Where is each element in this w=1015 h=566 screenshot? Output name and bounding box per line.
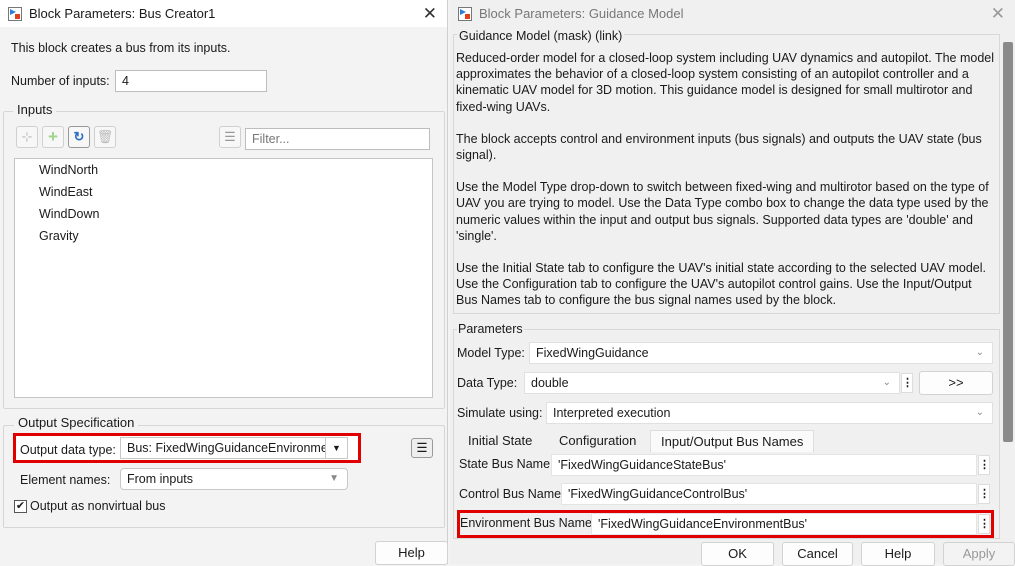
more-options-icon[interactable]: ⋮ [978,484,990,504]
highlight-box [13,433,361,463]
cancel-button[interactable]: Cancel [782,542,853,566]
tab-input-output-bus-names[interactable]: Input/Output Bus Names [650,430,815,452]
add-icon[interactable]: + [42,126,64,148]
list-item[interactable]: WindNorth [15,159,432,181]
output-spec-label: Output Specification [14,415,139,430]
control-bus-label: Control Bus Name [459,487,562,501]
mask-description: Reduced-order model for a closed-loop sy… [456,50,996,325]
filter-input[interactable]: Filter... [245,128,430,150]
model-type-value: FixedWingGuidance [536,346,649,360]
inputs-group-label: Inputs [13,102,57,117]
add-signal-icon[interactable]: ⊹ [16,126,38,148]
dialog-title: Block Parameters: Bus Creator1 [29,6,216,21]
delete-icon[interactable]: 🗑 [94,126,116,148]
more-options-icon[interactable]: ⋮ [978,455,990,475]
list-item[interactable]: WindEast [15,181,432,203]
close-icon[interactable]: ✕ [423,4,437,24]
scrollbar[interactable] [1003,42,1013,442]
title-bar: Block Parameters: Guidance Model ✕ [450,0,1015,27]
chevron-down-icon: ⌄ [882,377,891,388]
bus-creator-dialog: Block Parameters: Bus Creator1 ✕ This bl… [0,0,448,565]
simulink-block-icon [8,6,22,21]
control-bus-field[interactable]: 'FixedWingGuidanceControlBus' [561,483,977,505]
show-data-type-assistant-button[interactable]: >> [919,371,993,395]
nonvirtual-label: Output as nonvirtual bus [30,499,166,513]
state-bus-label: State Bus Name [459,457,551,471]
tab-initial-state[interactable]: Initial State [458,430,542,452]
simulate-using-dropdown[interactable]: Interpreted execution ⌄ [546,402,993,424]
ok-button[interactable]: OK [701,542,774,566]
more-options-icon[interactable]: ⋮ [901,373,913,393]
apply-button[interactable]: Apply [943,542,1015,566]
nonvirtual-checkbox[interactable]: ✔ [14,500,27,513]
help-button[interactable]: Help [375,541,448,565]
description-paragraph: Use the Model Type drop-down to switch b… [456,180,989,243]
simulate-using-value: Interpreted execution [553,406,671,420]
list-view-icon[interactable]: ☰ [219,126,241,148]
model-type-label: Model Type: [457,346,525,360]
data-type-label: Data Type: [457,376,518,390]
element-names-dropdown[interactable]: From inputs ▼ [120,468,348,490]
close-icon[interactable]: ✕ [991,4,1005,24]
guidance-model-dialog: Block Parameters: Guidance Model ✕ Guida… [450,0,1015,566]
parameters-label: Parameters [457,322,524,336]
description-paragraph: The block accepts control and environmen… [456,131,982,163]
simulink-block-icon [458,6,472,21]
description-paragraph: Reduced-order model for a closed-loop sy… [456,51,995,114]
chevron-down-icon: ▼ [329,473,339,484]
highlight-box [457,510,994,538]
data-type-combo[interactable]: double ⌄ [524,372,900,394]
inputs-list: WindNorth WindEast WindDown Gravity [14,158,433,398]
title-bar: Block Parameters: Bus Creator1 ✕ [0,0,447,27]
tab-configuration[interactable]: Configuration [549,430,646,452]
simulate-using-label: Simulate using: [457,406,543,420]
element-names-label: Element names: [20,473,111,487]
description-paragraph: Use the Initial State tab to configure t… [456,261,986,308]
block-description: This block creates a bus from its inputs… [11,41,231,55]
data-type-value: double [531,376,569,390]
mask-header: Guidance Model (mask) (link) [457,29,625,43]
state-bus-field[interactable]: 'FixedWingGuidanceStateBus' [551,454,977,476]
list-item[interactable]: WindDown [15,203,432,225]
chevron-down-icon: ⌄ [975,407,984,418]
element-names-value: From inputs [127,472,193,486]
dialog-title: Block Parameters: Guidance Model [479,6,684,21]
data-type-assistant-icon[interactable]: ☰ [411,438,433,458]
num-inputs-field[interactable]: 4 [115,70,267,92]
num-inputs-label: Number of inputs: [11,74,110,88]
help-button[interactable]: Help [861,542,935,566]
list-item[interactable]: Gravity [15,225,432,247]
model-type-dropdown[interactable]: FixedWingGuidance ⌄ [529,342,993,364]
chevron-down-icon: ⌄ [975,347,984,358]
refresh-icon[interactable]: ↻ [68,126,90,148]
